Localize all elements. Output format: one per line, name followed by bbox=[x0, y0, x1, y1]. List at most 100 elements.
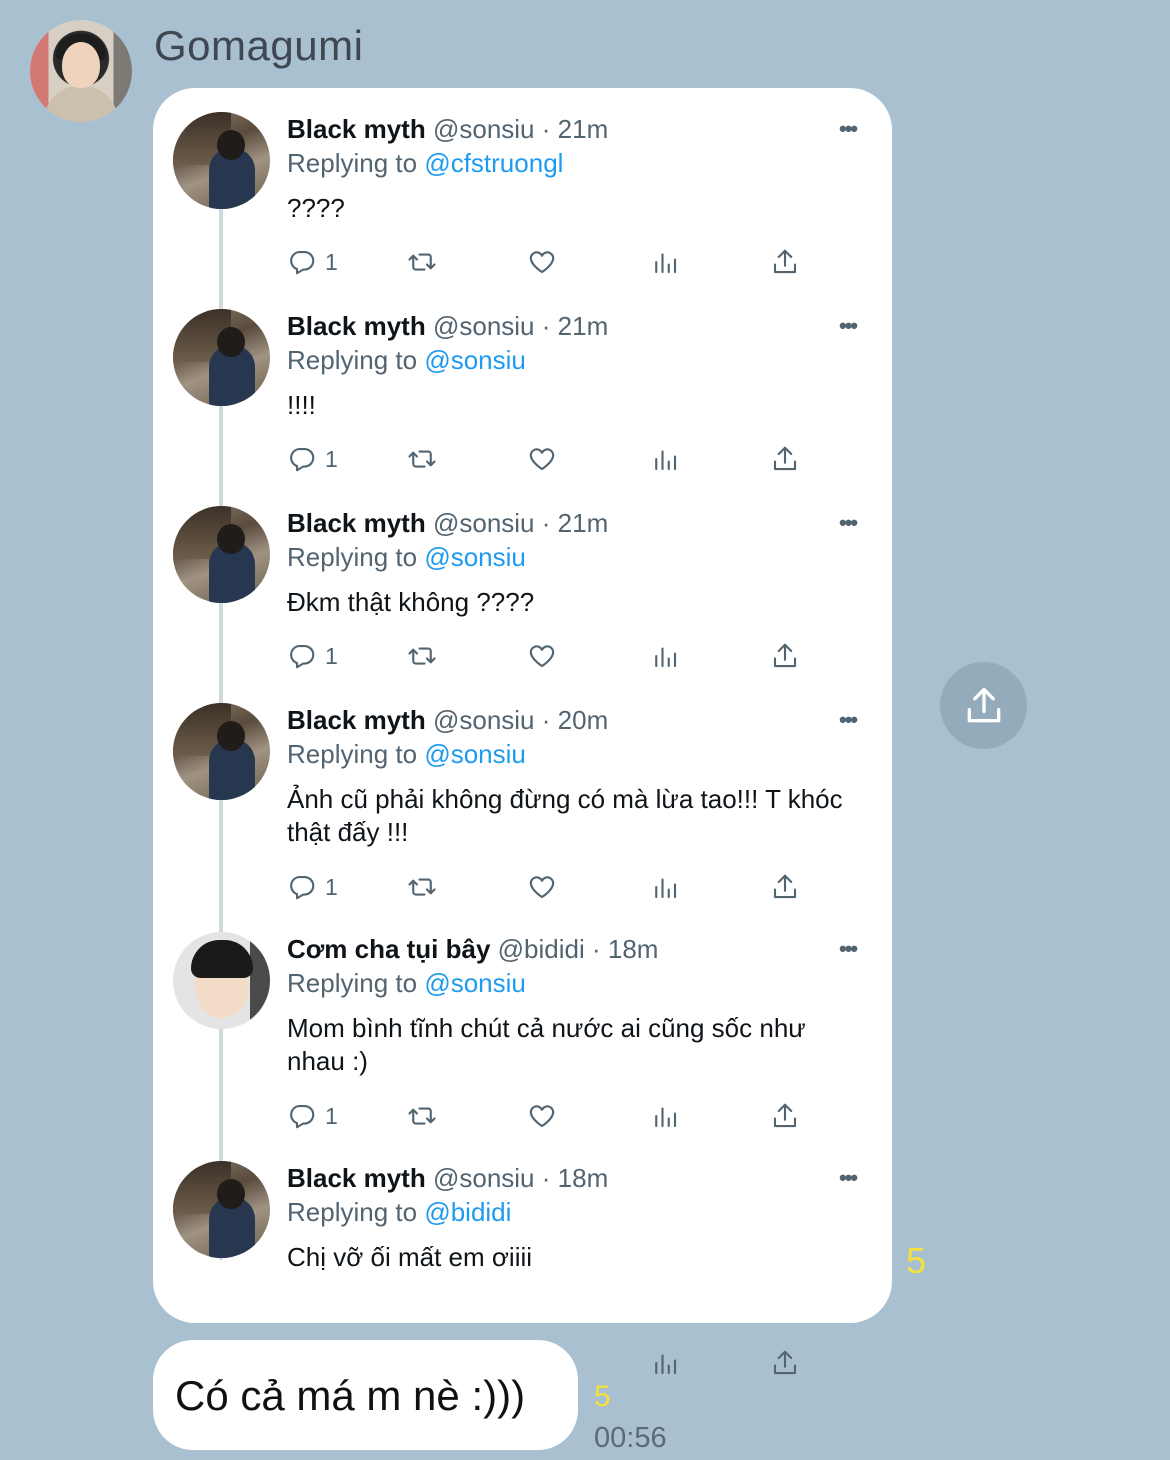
forwarded-tweet-image[interactable]: Black myth @sonsiu · 21m ••• Replying to @… bbox=[153, 88, 892, 1376]
replying-handle[interactable]: @sonsiu bbox=[424, 542, 526, 572]
views-icon bbox=[655, 253, 677, 274]
reply-count: 1 bbox=[325, 642, 338, 669]
share-button[interactable] bbox=[770, 869, 800, 905]
views-button[interactable] bbox=[650, 441, 680, 477]
handle[interactable]: @sonsiu bbox=[433, 311, 535, 341]
share-button[interactable] bbox=[770, 1098, 800, 1134]
share-button[interactable] bbox=[770, 441, 800, 477]
tweet-text: Mom bình tĩnh chút cả nước ai cũng sốc n… bbox=[287, 1013, 806, 1076]
like-button[interactable] bbox=[527, 869, 557, 905]
display-name[interactable]: Black myth bbox=[287, 508, 426, 538]
replying-handle[interactable]: @sonsiu bbox=[424, 345, 526, 375]
share-icon bbox=[773, 446, 797, 471]
reply-button[interactable]: 1 bbox=[287, 869, 338, 905]
more-icon[interactable]: ••• bbox=[839, 936, 858, 962]
black-myth-avatar[interactable] bbox=[173, 703, 270, 800]
replying-to: Replying to @sonsiu bbox=[287, 345, 526, 376]
views-button[interactable] bbox=[650, 638, 680, 674]
replying-handle[interactable]: @sonsiu bbox=[424, 739, 526, 769]
like-button[interactable] bbox=[527, 1098, 557, 1134]
black-myth-avatar[interactable] bbox=[173, 309, 270, 406]
retweet-button[interactable] bbox=[407, 441, 437, 477]
more-icon[interactable]: ••• bbox=[839, 313, 858, 339]
replying-label: Replying to bbox=[287, 739, 418, 769]
retweet-button[interactable] bbox=[407, 1098, 437, 1134]
views-button[interactable] bbox=[650, 1098, 680, 1134]
reply-button[interactable]: 1 bbox=[287, 1098, 338, 1134]
display-name[interactable]: Cơm cha tụi bây bbox=[287, 934, 490, 964]
replying-label: Replying to bbox=[287, 148, 418, 178]
replying-to: Replying to @sonsiu bbox=[287, 739, 526, 770]
replying-handle[interactable]: @sonsiu bbox=[424, 968, 526, 998]
share-icon bbox=[773, 249, 797, 274]
retweet-button[interactable] bbox=[407, 869, 437, 905]
share-icon bbox=[967, 687, 1000, 722]
like-icon bbox=[529, 876, 555, 899]
handle[interactable]: @bididi bbox=[498, 934, 585, 964]
like-button[interactable] bbox=[527, 638, 557, 674]
views-button[interactable] bbox=[650, 244, 680, 280]
display-name[interactable]: Black myth bbox=[287, 311, 426, 341]
tweet-text: !!!! bbox=[287, 390, 316, 420]
reply-button[interactable]: 1 bbox=[287, 638, 338, 674]
views-button[interactable] bbox=[650, 1345, 680, 1381]
share-button[interactable] bbox=[940, 662, 1027, 749]
tweet-actions: 1 bbox=[287, 1098, 827, 1134]
tweet-header: Black myth @sonsiu · 21m bbox=[287, 508, 608, 539]
handle[interactable]: @sonsiu bbox=[433, 1163, 535, 1193]
reply-button[interactable]: 1 bbox=[287, 244, 338, 280]
views-button[interactable] bbox=[650, 869, 680, 905]
message-read-count: 5 bbox=[594, 1380, 611, 1413]
replying-to: Replying to @sonsiu bbox=[287, 968, 526, 999]
message-bubble[interactable]: Có cả má m nè :))) bbox=[153, 1340, 578, 1450]
share-button[interactable] bbox=[770, 1345, 800, 1381]
sender-avatar[interactable] bbox=[30, 20, 132, 122]
tweet-header: Black myth @sonsiu · 20m bbox=[287, 705, 608, 736]
more-icon[interactable]: ••• bbox=[839, 1165, 858, 1191]
display-name[interactable]: Black myth bbox=[287, 1163, 426, 1193]
handle[interactable]: @sonsiu bbox=[433, 114, 535, 144]
black-myth-avatar[interactable] bbox=[173, 506, 270, 603]
tweet-header: Black myth @sonsiu · 21m bbox=[287, 311, 608, 342]
reply-count: 1 bbox=[325, 1102, 338, 1129]
handle[interactable]: @sonsiu bbox=[433, 508, 535, 538]
replying-handle[interactable]: @bididi bbox=[424, 1197, 511, 1227]
handle[interactable]: @sonsiu bbox=[433, 705, 535, 735]
bididi-avatar[interactable] bbox=[173, 932, 270, 1029]
like-icon bbox=[529, 448, 555, 471]
black-myth-avatar[interactable] bbox=[173, 112, 270, 209]
tweet-text: ???? bbox=[287, 193, 345, 223]
retweet-icon bbox=[408, 647, 436, 665]
retweet-button[interactable] bbox=[407, 638, 437, 674]
timestamp: · 21m bbox=[541, 114, 609, 144]
tweet-text: Đkm thật không ???? bbox=[287, 587, 535, 617]
views-icon bbox=[655, 878, 677, 899]
reply-icon bbox=[290, 250, 315, 275]
reply-button[interactable]: 1 bbox=[287, 441, 338, 477]
replying-handle[interactable]: @cfstruongl bbox=[424, 148, 563, 178]
tweet-actions: 1 bbox=[287, 638, 827, 674]
like-icon bbox=[529, 251, 555, 274]
share-icon bbox=[773, 643, 797, 668]
like-button[interactable] bbox=[527, 441, 557, 477]
like-icon bbox=[529, 645, 555, 668]
share-button[interactable] bbox=[770, 244, 800, 280]
tweet-actions: 1 bbox=[287, 869, 827, 905]
more-icon[interactable]: ••• bbox=[839, 116, 858, 142]
tweet-actions: 1 bbox=[287, 244, 827, 280]
reply-icon bbox=[290, 1104, 315, 1129]
sender-name[interactable]: Gomagumi bbox=[154, 22, 363, 70]
more-icon[interactable]: ••• bbox=[839, 707, 858, 733]
share-button[interactable] bbox=[770, 638, 800, 674]
timestamp: · 21m bbox=[541, 311, 609, 341]
like-button[interactable] bbox=[527, 244, 557, 280]
retweet-button[interactable] bbox=[407, 244, 437, 280]
timestamp: · 18m bbox=[541, 1163, 609, 1193]
display-name[interactable]: Black myth bbox=[287, 705, 426, 735]
display-name[interactable]: Black myth bbox=[287, 114, 426, 144]
replying-label: Replying to bbox=[287, 345, 418, 375]
retweet-icon bbox=[408, 450, 436, 468]
black-myth-avatar[interactable] bbox=[173, 1161, 270, 1258]
more-icon[interactable]: ••• bbox=[839, 510, 858, 536]
timestamp: · 18m bbox=[592, 934, 659, 964]
